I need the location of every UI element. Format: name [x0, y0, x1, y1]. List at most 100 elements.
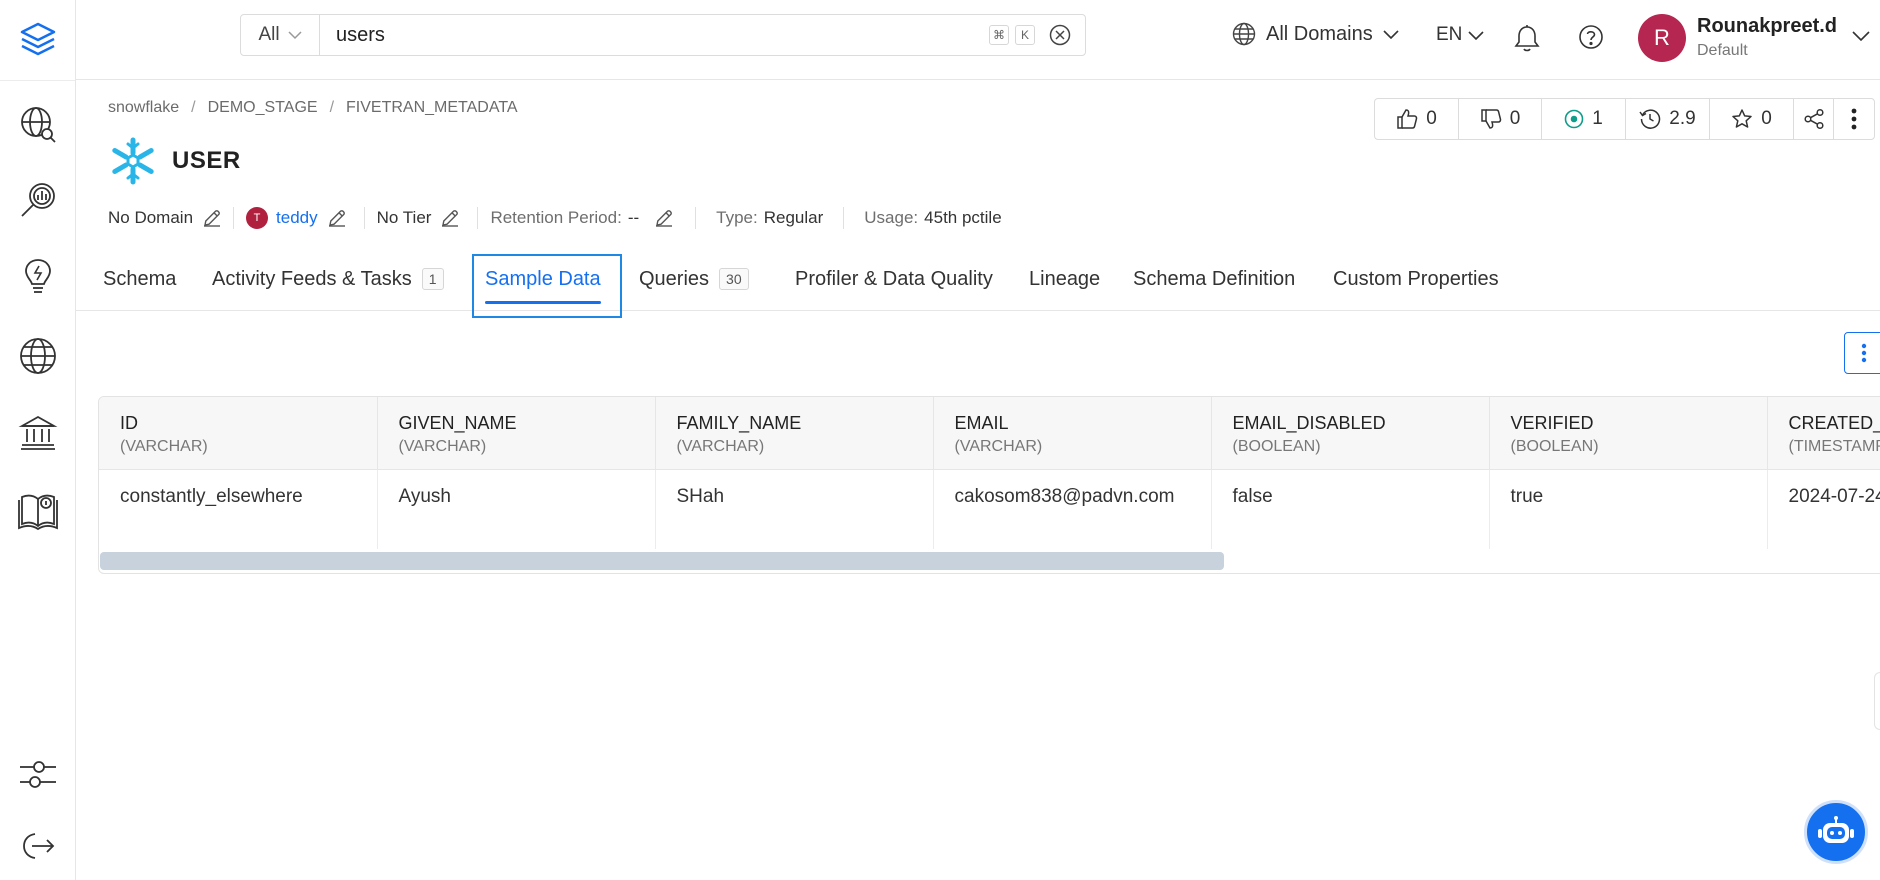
- breadcrumb-item[interactable]: DEMO_STAGE: [208, 99, 318, 117]
- sidebar: [0, 0, 76, 880]
- page-title: USER: [172, 147, 241, 174]
- sample-data-menu-button[interactable]: [1844, 332, 1880, 374]
- table-cell: constantly_elsewhere: [99, 469, 378, 549]
- column-type: (BOOLEAN): [1510, 438, 1599, 455]
- usage-label: Usage:: [864, 208, 919, 227]
- tab-schema[interactable]: Schema: [103, 252, 176, 306]
- tab-custom-properties[interactable]: Custom Properties: [1333, 252, 1499, 306]
- sidebar-item-domains[interactable]: [0, 328, 75, 384]
- observability-icon: [20, 183, 55, 217]
- governance-icon: [18, 415, 57, 450]
- column-header: FAMILY_NAME (VARCHAR): [655, 397, 934, 470]
- breadcrumb: snowflake / DEMO_STAGE / FIVETRAN_METADA…: [108, 99, 518, 117]
- retention-label: Retention Period:: [490, 208, 622, 227]
- follow-button[interactable]: 0: [1710, 99, 1794, 139]
- tab-label: Profiler & Data Quality: [795, 267, 993, 290]
- meta-divider: [477, 207, 479, 229]
- breadcrumb-item[interactable]: snowflake: [108, 99, 179, 117]
- tab-schema-definition[interactable]: Schema Definition: [1133, 252, 1295, 306]
- owner-avatar: T: [246, 207, 269, 229]
- breadcrumb-item[interactable]: FIVETRAN_METADATA: [346, 99, 518, 117]
- help-button[interactable]: [1578, 24, 1604, 50]
- kbd-k: K: [1015, 25, 1035, 45]
- global-search: All ⌘ K: [240, 14, 1086, 56]
- thumbs-up-icon: [1397, 109, 1418, 129]
- table-cell: SHah: [655, 469, 934, 549]
- tab-count-badge: 1: [421, 268, 444, 290]
- column-name: CREATED_A: [1788, 413, 1880, 433]
- domain-selector-label: All Domains: [1266, 22, 1373, 45]
- user-avatar[interactable]: R: [1638, 14, 1686, 62]
- column-header: EMAIL (VARCHAR): [933, 397, 1212, 470]
- history-icon: [1639, 109, 1661, 129]
- edit-retention-button[interactable]: [655, 209, 673, 227]
- meta-divider: [233, 207, 235, 229]
- column-header: CREATED_A (TIMESTAMP): [1767, 397, 1880, 470]
- more-options-button[interactable]: [1834, 99, 1874, 139]
- edit-owner-button[interactable]: [328, 209, 346, 227]
- sidebar-item-observability[interactable]: [0, 172, 75, 228]
- robot-icon: [1818, 816, 1854, 843]
- scrollbar-thumb[interactable]: [100, 552, 1224, 570]
- sidebar-item-logout[interactable]: [0, 818, 75, 874]
- tab-profiler[interactable]: Profiler & Data Quality: [795, 252, 993, 306]
- upvote-button[interactable]: 0: [1375, 99, 1459, 139]
- entity-actions: 0 0 1 2.9 0: [1374, 98, 1875, 140]
- sidebar-item-glossary[interactable]: [0, 484, 75, 540]
- user-name[interactable]: Rounakpreet.d: [1697, 15, 1837, 38]
- notifications-button[interactable]: [1514, 24, 1540, 52]
- downvote-button[interactable]: 0: [1459, 99, 1542, 139]
- share-button[interactable]: [1794, 99, 1834, 139]
- column-name: ID: [120, 413, 138, 433]
- tab-label: Schema: [103, 267, 177, 290]
- version-button[interactable]: 2.9: [1626, 99, 1710, 139]
- search-filter-dropdown[interactable]: All: [241, 15, 320, 55]
- tab-activity-feeds[interactable]: Activity Feeds & Tasks 1: [212, 252, 444, 306]
- thumbs-down-icon: [1480, 109, 1501, 129]
- user-role: Default: [1697, 42, 1748, 59]
- horizontal-scrollbar[interactable]: [98, 552, 1880, 572]
- owner-link[interactable]: teddy: [276, 208, 318, 228]
- usage-value: 45th pctile: [924, 208, 1002, 227]
- entity-meta: No Domain T teddy No Tier Retention Peri…: [108, 206, 1002, 230]
- chevron-down-icon: [1852, 31, 1870, 41]
- edit-domain-button[interactable]: [203, 209, 221, 227]
- side-panel-handle[interactable]: [1874, 672, 1880, 730]
- column-name: VERIFIED: [1510, 413, 1594, 433]
- user-menu-toggle[interactable]: [1852, 30, 1870, 41]
- tab-queries[interactable]: Queries 30: [639, 252, 749, 306]
- edit-tier-button[interactable]: [441, 209, 459, 227]
- column-name: FAMILY_NAME: [676, 413, 802, 433]
- tab-lineage[interactable]: Lineage: [1029, 252, 1100, 306]
- pencil-icon: [442, 210, 459, 227]
- top-bar: All ⌘ K All Domains EN R Rounakpreet.d: [76, 0, 1880, 80]
- ai-assistant-button[interactable]: [1804, 800, 1868, 864]
- app-logo[interactable]: [0, 0, 75, 81]
- sidebar-item-explore[interactable]: [0, 96, 75, 152]
- search-input[interactable]: [320, 15, 989, 55]
- tasks-count: 1: [1592, 108, 1603, 129]
- language-selector[interactable]: EN: [1436, 24, 1484, 46]
- table-row: constantly_elsewhere Ayush SHah cakosom8…: [99, 469, 1880, 549]
- snowflake-icon: [112, 137, 154, 185]
- column-name: EMAIL: [954, 413, 1009, 433]
- meta-divider: [363, 207, 365, 229]
- downvote-count: 0: [1509, 108, 1521, 129]
- chevron-down-icon: [1383, 30, 1399, 39]
- bell-icon: [1514, 25, 1540, 52]
- pencil-icon: [328, 210, 345, 227]
- sidebar-item-settings[interactable]: [0, 746, 75, 802]
- table-cell: cakosom838@padvn.com: [933, 469, 1212, 549]
- column-type: (VARCHAR): [120, 438, 208, 455]
- tasks-button[interactable]: 1: [1542, 99, 1626, 139]
- domains-icon: [19, 338, 56, 374]
- sidebar-item-insights[interactable]: [0, 248, 75, 304]
- sidebar-item-governance[interactable]: [0, 404, 75, 460]
- domain-selector[interactable]: All Domains: [1232, 22, 1399, 46]
- share-icon: [1803, 108, 1824, 130]
- tab-label: Activity Feeds & Tasks: [212, 267, 412, 290]
- column-header: EMAIL_DISABLED (BOOLEAN): [1211, 397, 1490, 470]
- search-clear-button[interactable]: [1049, 24, 1071, 46]
- column-type: (BOOLEAN): [1232, 438, 1321, 455]
- column-type: (VARCHAR): [676, 438, 765, 455]
